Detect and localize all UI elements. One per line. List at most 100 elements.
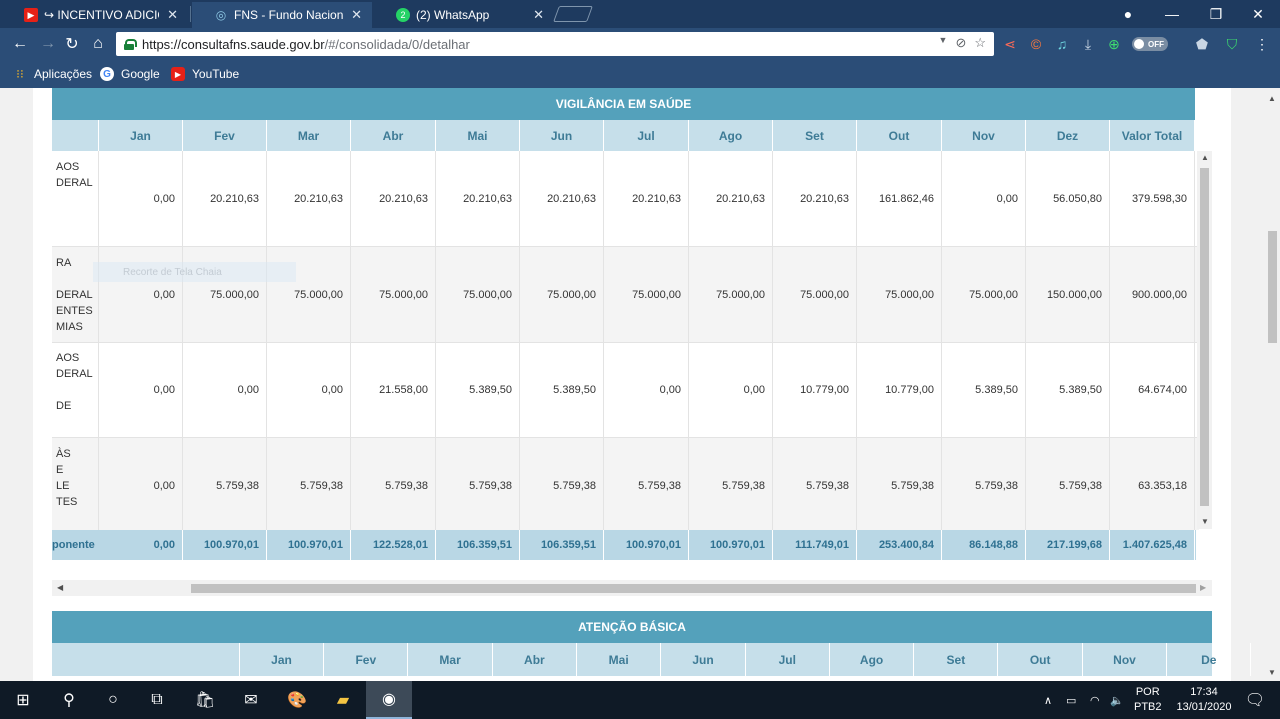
home-icon[interactable]: ⌂ (86, 32, 110, 56)
notifications-icon[interactable]: 🗨 (1232, 681, 1278, 719)
share-icon[interactable]: ⋖ (1000, 34, 1020, 54)
battery-icon[interactable]: ▭ (1066, 681, 1076, 719)
table-cell: 20.210,63 (183, 151, 267, 246)
maximize-button[interactable]: ❐ (1194, 0, 1238, 28)
bookmark-google[interactable]: G Google (100, 67, 160, 81)
column-header[interactable]: Jul (746, 643, 830, 676)
task-view-icon[interactable]: ⧉ (134, 681, 180, 719)
column-header[interactable]: Dez (1026, 120, 1110, 151)
total-cell: 100.970,01 (183, 530, 267, 560)
table-cell: 20.210,63 (689, 151, 773, 246)
column-header[interactable]: Jul (604, 120, 689, 151)
column-header[interactable]: Ago (689, 120, 773, 151)
download-circle-icon[interactable]: ⊕ (1104, 34, 1124, 54)
total-cell: 100.970,01 (604, 530, 689, 560)
column-header[interactable]: Mai (436, 120, 520, 151)
table-cell: 5.759,38 (267, 438, 351, 530)
dropdown-icon[interactable]: ▼ (939, 35, 948, 51)
column-header[interactable]: Fev (324, 643, 409, 676)
close-icon[interactable]: ✕ (167, 7, 178, 23)
scroll-right-icon[interactable]: ▶ (1200, 583, 1206, 592)
column-header[interactable]: Jan (240, 643, 324, 676)
scrollbar-thumb[interactable] (191, 584, 1196, 593)
chrome-icon[interactable]: ◉ (366, 681, 412, 719)
column-header[interactable]: Jun (520, 120, 604, 151)
column-header[interactable]: Abr (351, 120, 436, 151)
tab-incentivo[interactable]: ▶ ↪ INCENTIVO ADICIONA ✕ (2, 2, 188, 28)
language-indicator[interactable]: POR PTB2 (1134, 681, 1162, 719)
address-bar[interactable]: https://consultafns.saude.gov.br/#/conso… (116, 32, 994, 56)
scrollbar-thumb[interactable] (1268, 231, 1277, 343)
file-explorer-icon[interactable]: ▰ (320, 681, 366, 719)
blocked-icon[interactable]: ⊘ (955, 35, 966, 51)
close-icon[interactable]: ✕ (351, 7, 362, 23)
scroll-up-icon[interactable]: ▲ (1268, 94, 1276, 103)
column-header[interactable]: Set (914, 643, 999, 676)
column-header[interactable]: Out (857, 120, 942, 151)
extension-c-icon[interactable]: © (1026, 34, 1046, 54)
row-label-line: ENTES (56, 305, 93, 317)
new-tab-button[interactable] (553, 6, 593, 22)
wifi-icon[interactable]: ◠ (1090, 681, 1100, 719)
scrollbar-thumb[interactable] (1200, 168, 1209, 506)
cortana-icon[interactable]: ○ (90, 681, 136, 719)
column-header[interactable]: Abr (493, 643, 577, 676)
total-cell: 122.528,01 (351, 530, 436, 560)
off-toggle[interactable]: OFF (1132, 37, 1168, 51)
tab-whatsapp[interactable]: 2 (2) WhatsApp ✕ (374, 2, 554, 28)
column-header[interactable]: Fev (183, 120, 267, 151)
column-header[interactable]: De (1167, 643, 1252, 676)
star-icon[interactable]: ☆ (974, 35, 986, 51)
menu-icon[interactable]: ⋮ (1252, 34, 1272, 54)
forward-arrow-icon[interactable]: → (36, 32, 60, 56)
column-header[interactable]: Nov (942, 120, 1026, 151)
table-cell: 900.000,00 (1110, 247, 1195, 342)
minimize-button[interactable]: — (1150, 0, 1194, 28)
row-label-line: MIAS (56, 321, 83, 333)
scroll-down-icon[interactable]: ▼ (1201, 517, 1209, 526)
page-scrollbar[interactable]: ▲ ▼ (1264, 88, 1280, 681)
totals-row: ponente 0,00 100.970,01 100.970,01 122.528,… (52, 530, 1196, 560)
scroll-left-icon[interactable]: ◀ (57, 583, 63, 592)
row-label-line: TES (56, 496, 78, 508)
adguard-icon[interactable]: ⛉ (1222, 34, 1242, 54)
row-label-line: DERAL (56, 368, 93, 380)
column-header[interactable]: Nov (1083, 643, 1167, 676)
mail-icon[interactable]: ✉ (228, 681, 274, 719)
scroll-down-icon[interactable]: ▼ (1268, 668, 1276, 677)
column-header[interactable]: Valor Total (1110, 120, 1195, 151)
column-header[interactable]: Jan (99, 120, 183, 151)
scroll-up-icon[interactable]: ▲ (1201, 153, 1209, 162)
volume-icon[interactable]: 🔈 (1110, 681, 1124, 719)
windows-start-icon[interactable]: ⊞ (0, 681, 46, 719)
close-window-button[interactable]: ✕ (1236, 0, 1280, 28)
back-arrow-icon[interactable]: ← (8, 32, 32, 56)
bookmark-apps[interactable]: ⁝⁝ Aplicações (13, 67, 92, 81)
shield-icon[interactable]: ⬟ (1192, 34, 1212, 54)
store-icon[interactable]: 🛍 (182, 681, 228, 719)
column-header[interactable]: Set (773, 120, 857, 151)
column-header[interactable]: Mar (267, 120, 351, 151)
reload-icon[interactable]: ↻ (60, 32, 84, 56)
system-clock[interactable]: 17:34 13/01/2020 (1176, 685, 1232, 715)
bookmark-youtube[interactable]: ▶ YouTube (171, 67, 239, 81)
column-header[interactable]: Mar (409, 643, 493, 676)
download-icon[interactable]: ⤓ (1078, 34, 1098, 54)
search-icon[interactable]: ⚲ (46, 681, 92, 719)
tray-chevron-icon[interactable]: ∧ (1044, 681, 1052, 719)
table-cell: 75.000,00 (773, 247, 857, 342)
paint-icon[interactable]: 🎨 (274, 681, 320, 719)
headphones-icon[interactable]: ♫ (1052, 34, 1072, 54)
profile-icon[interactable]: ● (1106, 0, 1150, 28)
table-cell: 75.000,00 (689, 247, 773, 342)
total-cell: 1.407.625,48 (1110, 530, 1195, 560)
table-horizontal-scrollbar[interactable]: ◀ ▶ (52, 580, 1212, 596)
column-header[interactable]: Ago (830, 643, 915, 676)
table-vertical-scrollbar[interactable]: ▲ ▼ (1197, 151, 1212, 529)
tab-fns[interactable]: ◎ FNS - Fundo Nacional de ✕ (192, 2, 372, 28)
column-header[interactable]: Mai (577, 643, 662, 676)
screen-clip-overlay: Recorte de Tela Chaia (93, 262, 296, 282)
close-icon[interactable]: ✕ (533, 7, 544, 23)
column-header[interactable]: Jun (662, 643, 746, 676)
column-header[interactable]: Out (999, 643, 1083, 676)
